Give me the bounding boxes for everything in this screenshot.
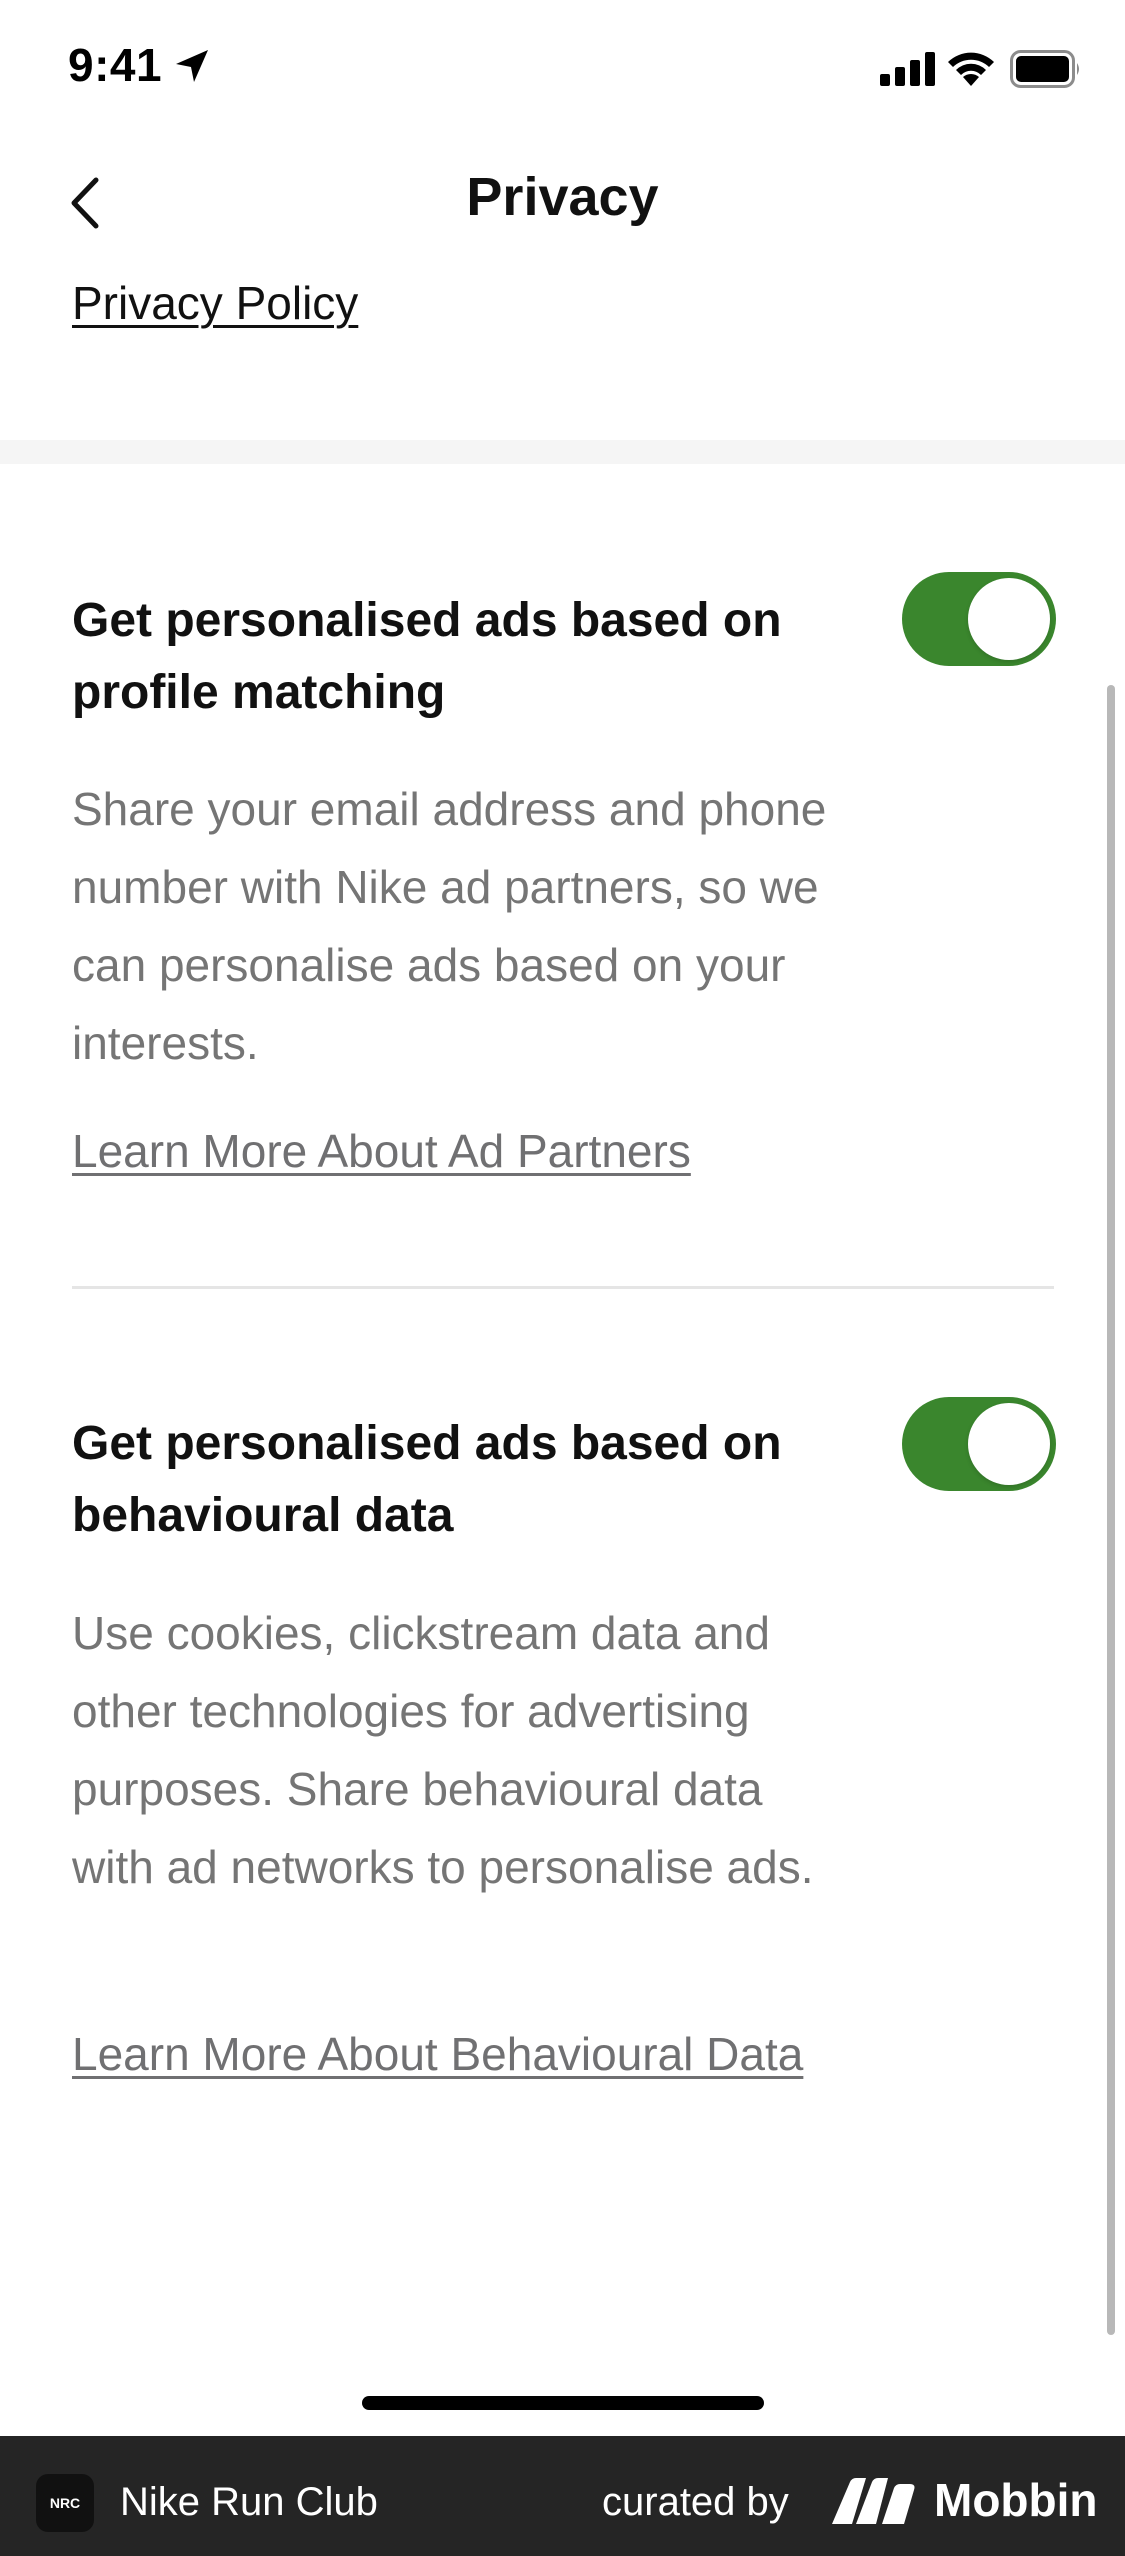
learn-more-ad-partners-link[interactable]: Learn More About Ad Partners (72, 1115, 832, 1187)
behavioural-data-description: Use cookies, clickstream data and other … (72, 1607, 814, 1893)
toggle-knob (968, 1403, 1050, 1485)
settings-divider (72, 1286, 1054, 1289)
profile-matching-description: Share your email address and phone numbe… (72, 783, 827, 1069)
curated-by-label: curated by (602, 2480, 789, 2524)
behavioural-data-title: Get personalised ads based on behavioura… (72, 1417, 782, 1542)
mobbin-logo-icon (832, 2478, 918, 2524)
profile-matching-title: Get personalised ads based on profile ma… (72, 594, 782, 719)
profile-matching-toggle[interactable] (902, 572, 1056, 666)
status-time: 9:41 (68, 39, 163, 91)
privacy-policy-link[interactable]: Privacy Policy (72, 276, 358, 330)
wifi-icon (946, 48, 996, 86)
toggle-knob (968, 578, 1050, 660)
cellular-signal-icon (880, 52, 936, 86)
mobbin-brand: Mobbin (934, 2474, 1098, 2526)
scrollbar[interactable] (1107, 685, 1115, 2335)
page-title: Privacy (466, 167, 659, 227)
behavioural-data-toggle[interactable] (902, 1397, 1056, 1491)
section-divider-band (0, 440, 1125, 464)
battery-icon (1010, 50, 1082, 88)
app-icon: NRC (36, 2474, 94, 2532)
app-name: Nike Run Club (120, 2480, 378, 2524)
home-indicator[interactable] (362, 2396, 764, 2410)
learn-more-behavioural-data-link[interactable]: Learn More About Behavioural Data (72, 2018, 832, 2090)
location-arrow-icon (172, 46, 212, 86)
